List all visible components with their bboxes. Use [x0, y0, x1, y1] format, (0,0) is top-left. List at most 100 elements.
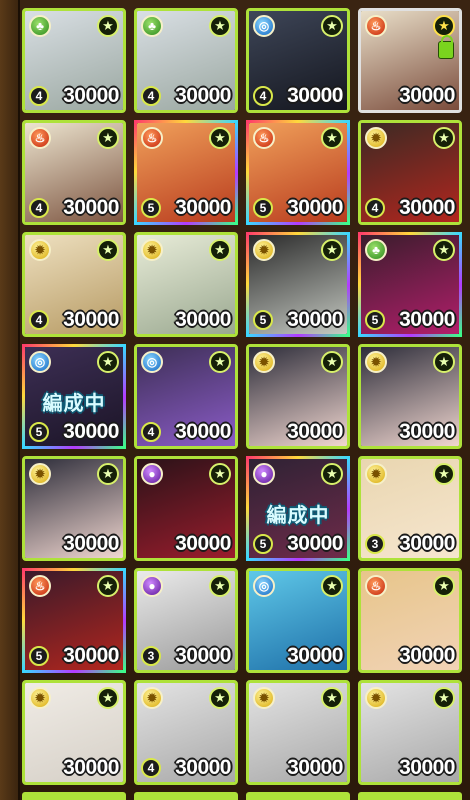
water-icon: ◎ — [141, 351, 163, 373]
card-edge[interactable] — [134, 792, 238, 800]
sun-icon: ✹ — [29, 687, 51, 709]
character-grid: ♣ ★ 4 30000 ♣ ★ 4 30000 ◎ ★ 4 30000 ♨ ★ 30000 ♨ ★ 4 30000 ♨… — [22, 8, 462, 785]
character-card[interactable]: ✹ ★ 5 30000 — [246, 232, 350, 337]
points-value: 30000 — [175, 756, 231, 779]
favorite-star-icon[interactable]: ★ — [97, 127, 119, 149]
character-card[interactable]: ♨ ★ 5 30000 — [246, 120, 350, 225]
favorite-star-icon[interactable]: ★ — [209, 239, 231, 261]
character-card[interactable]: ● ★ 編成中 5 30000 — [246, 456, 350, 561]
card-edge[interactable] — [358, 792, 462, 800]
favorite-star-icon[interactable]: ★ — [209, 351, 231, 373]
sun-icon: ✹ — [253, 687, 275, 709]
character-card[interactable]: ● ★ 30000 — [134, 456, 238, 561]
water-icon: ◎ — [253, 575, 275, 597]
character-card[interactable]: ✹ ★ 30000 — [358, 344, 462, 449]
character-card[interactable]: ♨ ★ 5 30000 — [134, 120, 238, 225]
rarity-badge: 5 — [141, 198, 161, 218]
favorite-star-icon[interactable]: ★ — [209, 575, 231, 597]
character-card[interactable]: ♣ ★ 5 30000 — [358, 232, 462, 337]
favorite-star-icon[interactable]: ★ — [97, 463, 119, 485]
points-value: 30000 — [399, 420, 455, 443]
favorite-star-icon[interactable]: ★ — [433, 463, 455, 485]
character-card[interactable]: ♣ ★ 4 30000 — [22, 8, 126, 113]
points-value: 30000 — [63, 308, 119, 331]
character-card[interactable]: ♨ ★ 5 30000 — [22, 568, 126, 673]
points-value: 30000 — [63, 532, 119, 555]
character-card[interactable]: ✹ ★ 30000 — [246, 680, 350, 785]
character-card[interactable]: ✹ ★ 4 30000 — [22, 232, 126, 337]
character-card[interactable]: ✹ ★ 4 30000 — [358, 120, 462, 225]
favorite-star-icon[interactable]: ★ — [433, 15, 455, 37]
favorite-star-icon[interactable]: ★ — [321, 351, 343, 373]
character-card[interactable]: ● ★ 3 30000 — [134, 568, 238, 673]
points-value: 30000 — [399, 196, 455, 219]
points-value: 30000 — [287, 196, 343, 219]
favorite-star-icon[interactable]: ★ — [97, 575, 119, 597]
moon-icon: ● — [141, 463, 163, 485]
character-card[interactable]: ✹ ★ 30000 — [22, 456, 126, 561]
leaf-icon: ♣ — [29, 15, 51, 37]
card-edge[interactable] — [22, 792, 126, 800]
favorite-star-icon[interactable]: ★ — [433, 239, 455, 261]
points-value: 30000 — [399, 644, 455, 667]
favorite-star-icon[interactable]: ★ — [433, 351, 455, 373]
favorite-star-icon[interactable]: ★ — [209, 463, 231, 485]
sun-icon: ✹ — [365, 127, 387, 149]
favorite-star-icon[interactable]: ★ — [321, 463, 343, 485]
character-card[interactable]: ✹ ★ 3 30000 — [358, 456, 462, 561]
fire-icon: ♨ — [365, 15, 387, 37]
favorite-star-icon[interactable]: ★ — [209, 15, 231, 37]
favorite-star-icon[interactable]: ★ — [433, 127, 455, 149]
points-value: 30000 — [399, 308, 455, 331]
moon-icon: ● — [253, 463, 275, 485]
favorite-star-icon[interactable]: ★ — [433, 575, 455, 597]
points-value: 30000 — [63, 196, 119, 219]
character-card[interactable]: ♨ ★ 4 30000 — [22, 120, 126, 225]
favorite-star-icon[interactable]: ★ — [433, 687, 455, 709]
character-card[interactable]: ◎ ★ 30000 — [246, 568, 350, 673]
points-value: 30000 — [175, 644, 231, 667]
scroll-rail[interactable] — [0, 0, 20, 800]
character-card[interactable]: ♣ ★ 4 30000 — [134, 8, 238, 113]
card-edge[interactable] — [246, 792, 350, 800]
favorite-star-icon[interactable]: ★ — [321, 127, 343, 149]
character-card[interactable]: ✹ ★ 30000 — [358, 680, 462, 785]
favorite-star-icon[interactable]: ★ — [209, 127, 231, 149]
points-value: 30000 — [63, 84, 119, 107]
character-card[interactable]: ◎ ★ 4 30000 — [134, 344, 238, 449]
favorite-star-icon[interactable]: ★ — [321, 687, 343, 709]
character-card[interactable]: ♨ ★ 30000 — [358, 8, 462, 113]
character-card[interactable]: ◎ ★ 4 30000 — [246, 8, 350, 113]
character-card[interactable]: ✹ ★ 30000 — [134, 232, 238, 337]
favorite-star-icon[interactable]: ★ — [97, 239, 119, 261]
fire-icon: ♨ — [29, 127, 51, 149]
points-value: 30000 — [287, 532, 343, 555]
sun-icon: ✹ — [365, 687, 387, 709]
points-value: 30000 — [175, 196, 231, 219]
rarity-badge: 4 — [253, 86, 273, 106]
rarity-badge: 4 — [29, 310, 49, 330]
favorite-star-icon[interactable]: ★ — [321, 15, 343, 37]
character-card[interactable]: ◎ ★ 編成中 5 30000 — [22, 344, 126, 449]
character-card[interactable]: ✹ ★ 30000 — [246, 344, 350, 449]
fire-icon: ♨ — [141, 127, 163, 149]
favorite-star-icon[interactable]: ★ — [97, 687, 119, 709]
points-value: 30000 — [63, 420, 119, 443]
sun-icon: ✹ — [365, 463, 387, 485]
character-card[interactable]: ✹ ★ 30000 — [22, 680, 126, 785]
character-card[interactable]: ✹ ★ 4 30000 — [134, 680, 238, 785]
favorite-star-icon[interactable]: ★ — [321, 575, 343, 597]
favorite-star-icon[interactable]: ★ — [97, 15, 119, 37]
fire-icon: ♨ — [253, 127, 275, 149]
sun-icon: ✹ — [29, 463, 51, 485]
character-card[interactable]: ♨ ★ 30000 — [358, 568, 462, 673]
points-value: 30000 — [287, 756, 343, 779]
points-value: 30000 — [287, 84, 343, 107]
points-value: 30000 — [63, 644, 119, 667]
favorite-star-icon[interactable]: ★ — [321, 239, 343, 261]
sun-icon: ✹ — [141, 239, 163, 261]
points-value: 30000 — [287, 308, 343, 331]
favorite-star-icon[interactable]: ★ — [209, 687, 231, 709]
favorite-star-icon[interactable]: ★ — [97, 351, 119, 373]
lock-icon[interactable] — [438, 35, 454, 59]
